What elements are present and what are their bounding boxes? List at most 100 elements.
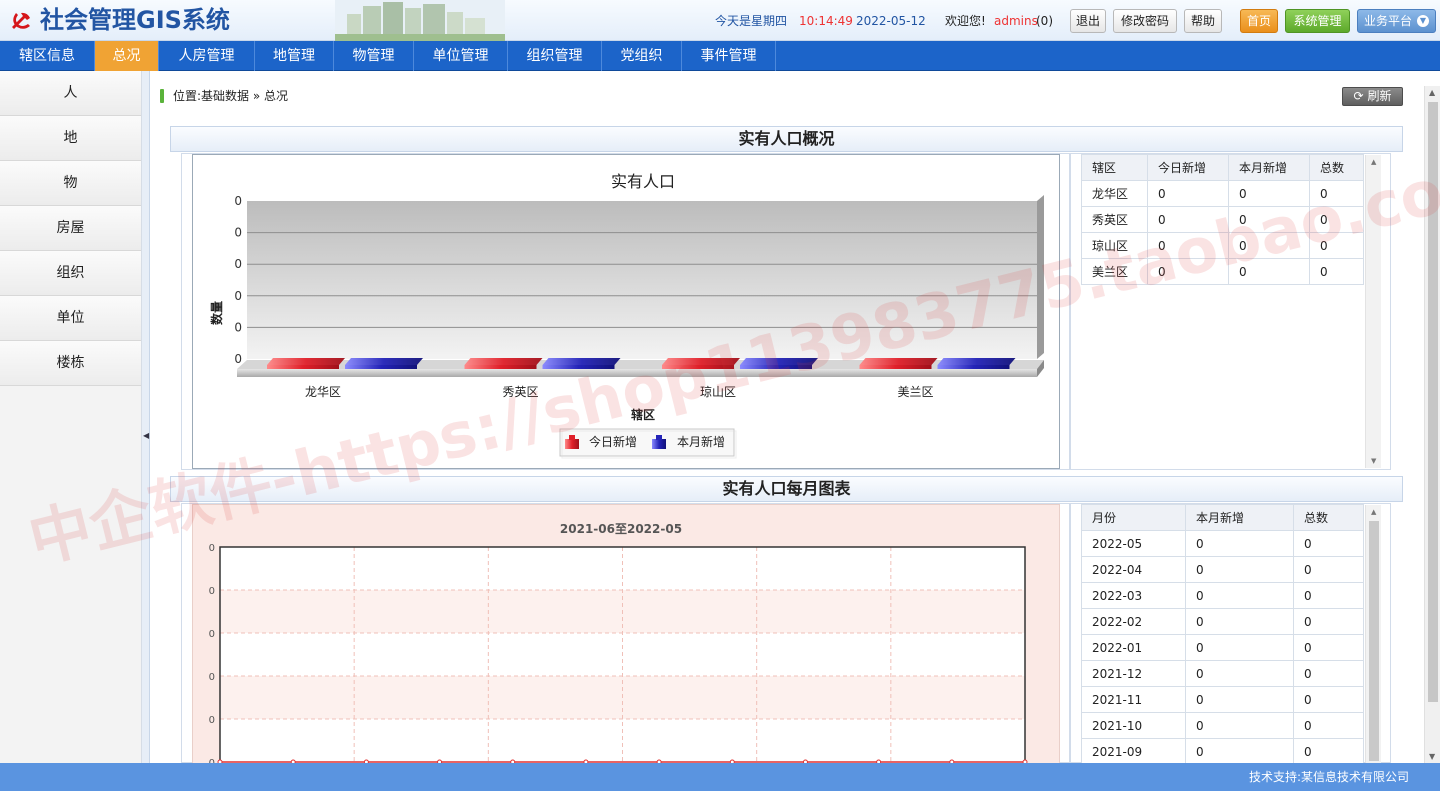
sidebar-item-people[interactable]: 人 [0, 71, 141, 116]
cell-total: 0 [1309, 258, 1364, 285]
home-button[interactable]: 首页 [1240, 9, 1278, 33]
nav-item-area-info[interactable]: 辖区信息 [0, 41, 95, 71]
platform-dropdown[interactable]: 业务平台 ▼ [1357, 9, 1436, 33]
monthly-table-scrollbar[interactable]: ▲ [1365, 505, 1381, 763]
nav-item-people-housing[interactable]: 人房管理 [159, 41, 255, 71]
sidebar-collapse-bar[interactable]: ◀ [142, 71, 150, 763]
sidebar-item-houses[interactable]: 房屋 [0, 206, 141, 251]
bar-chart-panel: 0 0 0 0 0 0 龙华区 秀英区 琼山区 美兰区 实有人口 数量 辖区 今日新增 本月新增 [192, 154, 1060, 469]
cell-today: 0 [1147, 232, 1229, 259]
footer: 技术支持:某信息技术有限公司 [0, 763, 1440, 791]
table-row: 龙华区 0 0 0 [1081, 180, 1364, 207]
scroll-up-icon[interactable]: ▲ [1371, 508, 1376, 516]
collapse-arrow-icon[interactable]: ◀ [143, 431, 149, 440]
change-password-button[interactable]: 修改密码 [1113, 9, 1177, 33]
section-title-population: 实有人口概况 [170, 126, 1403, 152]
bar-today [662, 358, 740, 369]
cell-total: 0 [1309, 206, 1364, 233]
cell-district: 秀英区 [1081, 206, 1148, 233]
cell-total: 0 [1293, 556, 1364, 583]
legend-label-month: 本月新增 [677, 434, 725, 449]
cell-new: 0 [1185, 530, 1294, 557]
chevron-down-icon: ▼ [1417, 15, 1429, 27]
sidebar-item-organizations[interactable]: 组织 [0, 251, 141, 296]
refresh-button[interactable]: ⟳ 刷新 [1342, 87, 1403, 106]
y-tick-label: 0 [209, 586, 215, 597]
nav-item-objects[interactable]: 物管理 [334, 41, 414, 71]
cell-new: 0 [1185, 608, 1294, 635]
page-scrollbar[interactable]: ▲ ▼ [1424, 86, 1440, 763]
nav-item-overview[interactable]: 总况 [95, 41, 159, 71]
table-header-row: 辖区 今日新增 本月新增 总数 [1081, 154, 1364, 181]
bar-today [267, 358, 345, 369]
help-button[interactable]: 帮助 [1184, 9, 1222, 33]
scroll-up-icon[interactable]: ▲ [1429, 88, 1435, 97]
username-link[interactable]: admins [994, 14, 1038, 28]
header-buildings-image [335, 0, 505, 41]
cell-today: 0 [1147, 206, 1229, 233]
app-root: 社会管理GIS系统 今天是星期四 10:14:49 2022-05-12 欢迎您… [0, 0, 1440, 791]
cell-new: 0 [1185, 634, 1294, 661]
logout-button[interactable]: 退出 [1070, 9, 1106, 33]
y-tick-label: 0 [209, 629, 215, 640]
bar-chart-title: 实有人口 [611, 172, 675, 191]
refresh-icon: ⟳ [1353, 89, 1364, 103]
population-table: 辖区 今日新增 本月新增 总数 龙华区 0 0 0 秀英区 0 0 0 琼山区 … [1081, 154, 1364, 285]
section-title-monthly: 实有人口每月图表 [170, 476, 1403, 502]
sidebar-item-buildings[interactable]: 楼栋 [0, 341, 141, 386]
cell-new: 0 [1185, 686, 1294, 713]
sidebar-item-land[interactable]: 地 [0, 116, 141, 161]
scroll-down-icon[interactable]: ▼ [1429, 752, 1435, 761]
col-header-month-name: 月份 [1081, 504, 1186, 531]
cell-new: 0 [1185, 712, 1294, 739]
cell-new: 0 [1185, 660, 1294, 687]
system-management-button[interactable]: 系统管理 [1285, 9, 1350, 33]
cell-month: 2021-11 [1081, 686, 1186, 713]
cell-month: 2021-10 [1081, 712, 1186, 739]
table-row: 美兰区 0 0 0 [1081, 258, 1364, 285]
cell-month: 0 [1228, 258, 1310, 285]
sidebar-item-objects[interactable]: 物 [0, 161, 141, 206]
app-title: 社会管理GIS系统 [40, 6, 230, 34]
sidebar-item-units[interactable]: 单位 [0, 296, 141, 341]
col-header-today: 今日新增 [1147, 154, 1229, 181]
col-header-month-total: 总数 [1293, 504, 1364, 531]
scroll-up-icon[interactable]: ▲ [1371, 158, 1376, 166]
cell-total: 0 [1293, 608, 1364, 635]
bar-chart-legend: 今日新增 本月新增 [559, 428, 737, 459]
y-tick-label: 0 [234, 257, 242, 271]
cell-month: 0 [1228, 180, 1310, 207]
y-tick-label: 0 [209, 672, 215, 683]
cell-district: 美兰区 [1081, 258, 1148, 285]
nav-item-units[interactable]: 单位管理 [414, 41, 508, 71]
col-header-district: 辖区 [1081, 154, 1148, 181]
table-row: 2022-05 0 0 [1081, 530, 1364, 557]
page-scroll-thumb[interactable] [1428, 102, 1438, 702]
scroll-thumb[interactable] [1369, 521, 1379, 761]
y-tick-label: 0 [234, 194, 242, 208]
scroll-down-icon[interactable]: ▼ [1371, 457, 1376, 465]
table-row: 2021-12 0 0 [1081, 660, 1364, 687]
x-tick-label: 美兰区 [897, 385, 933, 399]
monthly-line-chart: 2021-06至2022-05 000000 [209, 522, 1028, 769]
bar-chart-xlabel: 辖区 [631, 407, 655, 422]
cell-month: 2021-09 [1081, 738, 1186, 765]
population-table-scrollbar[interactable]: ▲ ▼ [1365, 155, 1381, 468]
bar-month [345, 358, 423, 369]
nav-item-events[interactable]: 事件管理 [682, 41, 776, 71]
cell-month: 2022-04 [1081, 556, 1186, 583]
nav-item-party[interactable]: 党组织 [602, 41, 682, 71]
breadcrumb: 位置: 基础数据 » 总况 [160, 88, 288, 104]
cell-total: 0 [1309, 180, 1364, 207]
table-row: 秀英区 0 0 0 [1081, 206, 1364, 233]
nav-item-land[interactable]: 地管理 [255, 41, 334, 71]
breadcrumb-marker [160, 89, 164, 103]
breadcrumb-prefix: 位置: [173, 89, 202, 103]
nav-item-organizations[interactable]: 组织管理 [508, 41, 602, 71]
y-tick-label: 0 [209, 543, 215, 554]
message-count[interactable]: (0) [1036, 14, 1053, 28]
x-tick-label: 琼山区 [700, 384, 736, 399]
line-chart-title: 2021-06至2022-05 [560, 522, 682, 536]
weekday-label: 今天是星期四 [715, 14, 788, 28]
col-header-month: 本月新增 [1228, 154, 1310, 181]
